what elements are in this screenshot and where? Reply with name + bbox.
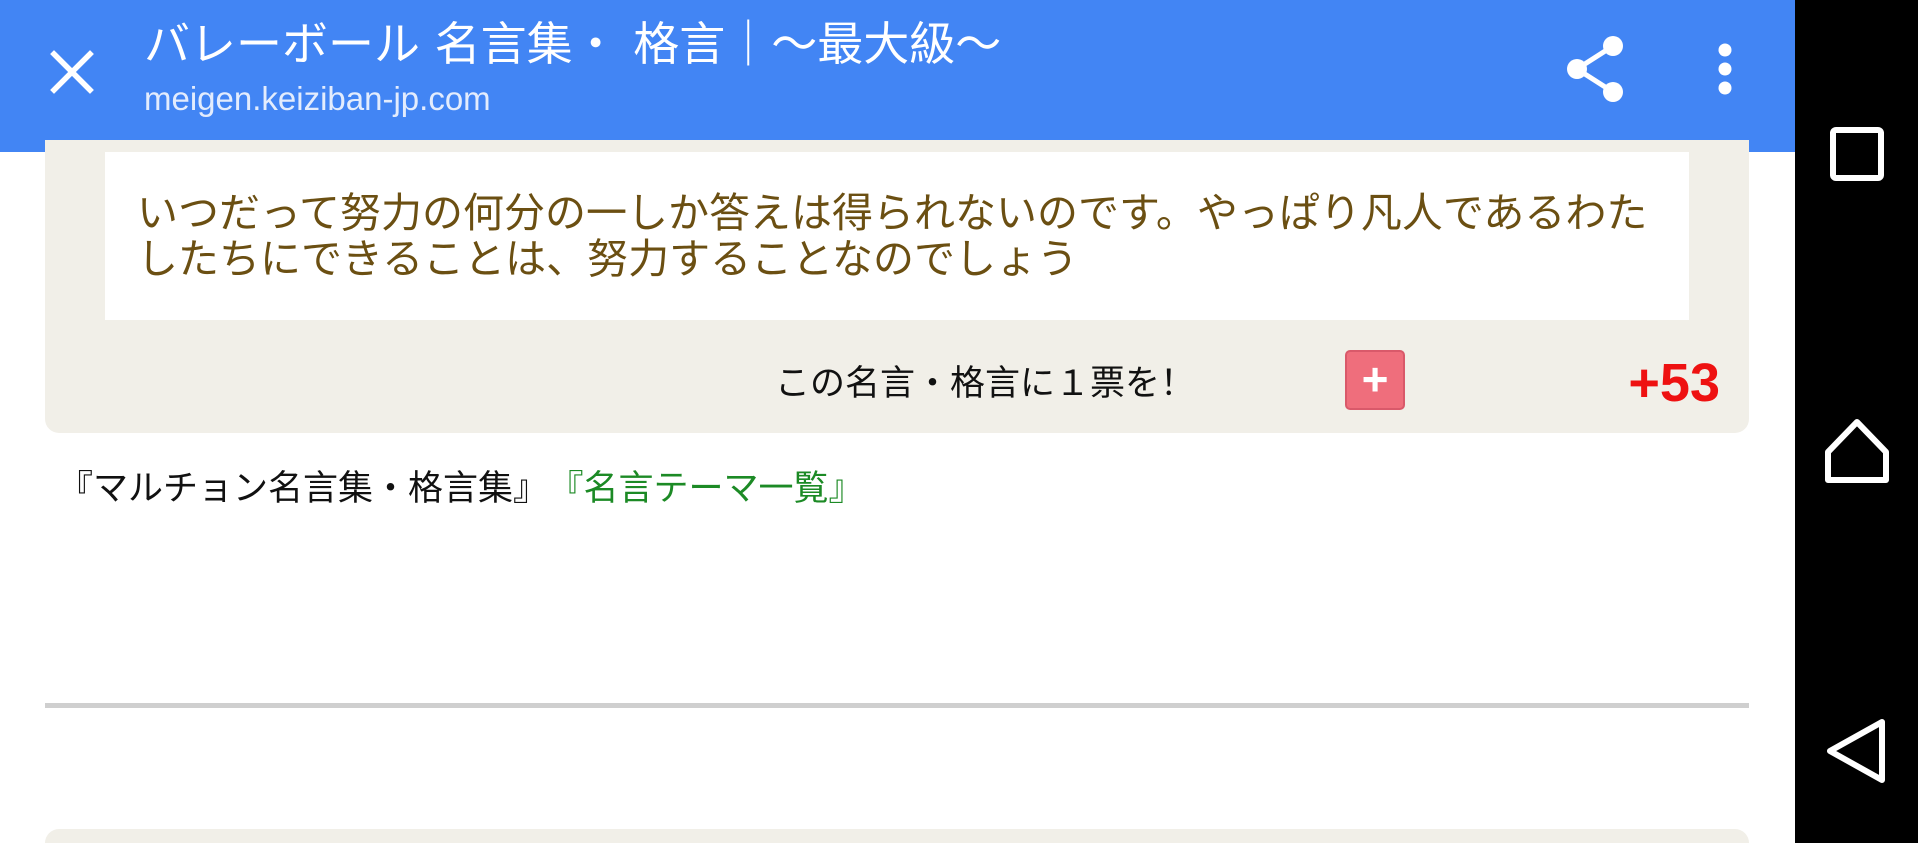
theme-list-link[interactable]: 『名言テーマ一覧』 — [566, 469, 864, 509]
close-button[interactable] — [42, 42, 102, 102]
more-options-button[interactable] — [1700, 36, 1750, 106]
quote-box: いつだって努力の何分の一しか答えは得られないのです。やっぱり凡人であるわたしたち… — [105, 152, 1689, 320]
next-card — [45, 829, 1749, 843]
system-navigation-bar — [1795, 0, 1918, 843]
recents-square-icon — [1830, 127, 1884, 181]
home-icon — [1825, 419, 1889, 483]
title-block: バレーボール 名言集・ 格言｜～最大級～ meigen.keiziban-jp.… — [144, 12, 1504, 120]
custom-tab-toolbar: バレーボール 名言集・ 格言｜～最大級～ meigen.keiziban-jp.… — [0, 0, 1795, 152]
share-icon — [1567, 36, 1623, 102]
back-button[interactable] — [1820, 714, 1894, 788]
quote-card: いつだって努力の何分の一しか答えは得られないのです。やっぱり凡人であるわたしたち… — [45, 140, 1749, 433]
recents-button[interactable] — [1820, 117, 1894, 191]
page-title: バレーボール 名言集・ 格言｜～最大級～ — [144, 17, 1002, 71]
close-icon — [50, 50, 94, 94]
more-vert-icon — [1718, 43, 1732, 95]
collection-link[interactable]: 『マルチョン名言集・格言集』 — [58, 469, 548, 509]
share-button[interactable] — [1565, 34, 1627, 104]
vote-plus-button[interactable]: + — [1345, 350, 1405, 410]
links-line: 『マルチョン名言集・格言集』 『名言テーマ一覧』 — [58, 466, 864, 512]
vote-label: この名言・格言に１票を！ — [775, 364, 1196, 404]
divider — [45, 703, 1749, 708]
back-triangle-icon — [1827, 719, 1885, 783]
page-url: meigen.keiziban-jp.com — [144, 80, 491, 117]
vote-count: +53 — [1628, 353, 1720, 413]
home-button[interactable] — [1820, 414, 1894, 488]
quote-text: いつだって努力の何分の一しか答えは得られないのです。やっぱり凡人であるわたしたち… — [137, 189, 1648, 283]
